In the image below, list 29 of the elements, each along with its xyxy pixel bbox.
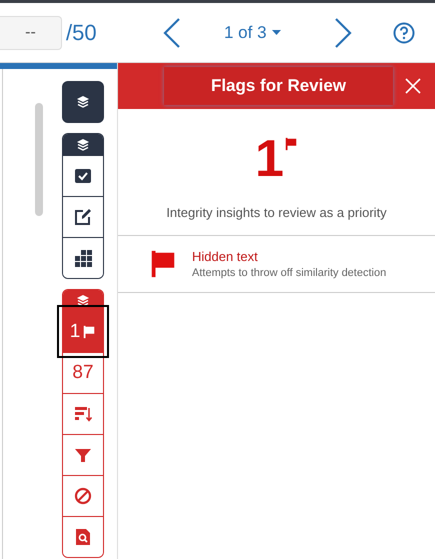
layers-button[interactable] bbox=[62, 81, 104, 123]
flag-count: 1 bbox=[255, 131, 284, 187]
edit-icon bbox=[74, 208, 92, 226]
close-button[interactable] bbox=[405, 78, 421, 94]
flag-title[interactable]: Hidden text bbox=[192, 249, 386, 264]
layers-icon bbox=[76, 95, 90, 109]
checkbox-icon bbox=[74, 167, 92, 185]
help-icon[interactable] bbox=[392, 22, 415, 44]
previous-button[interactable] bbox=[162, 16, 182, 48]
scrollbar[interactable] bbox=[35, 103, 43, 216]
grid-button[interactable] bbox=[63, 237, 103, 278]
flag-description: Attempts to throw off similarity detection bbox=[192, 267, 386, 279]
flag-icon bbox=[82, 325, 96, 339]
grid-icon bbox=[74, 249, 92, 267]
next-button[interactable] bbox=[332, 16, 353, 48]
search-button[interactable] bbox=[63, 516, 103, 557]
panel-subtitle: Integrity insights to review as a priority bbox=[118, 205, 435, 236]
flag-icon bbox=[284, 137, 298, 151]
filter-icon bbox=[74, 446, 92, 464]
panel-title: Flags for Review bbox=[164, 67, 393, 105]
prohibited-icon bbox=[74, 487, 92, 505]
layers-icon bbox=[76, 138, 90, 152]
caret-icon bbox=[272, 30, 281, 35]
pager-dropdown[interactable]: 1 of 3 bbox=[224, 22, 281, 42]
page-total: /50 bbox=[66, 20, 98, 46]
layers-icon bbox=[76, 294, 90, 308]
sort-icon bbox=[74, 405, 92, 423]
page-number-field[interactable]: -- bbox=[0, 16, 62, 50]
search-document-icon bbox=[74, 528, 92, 546]
